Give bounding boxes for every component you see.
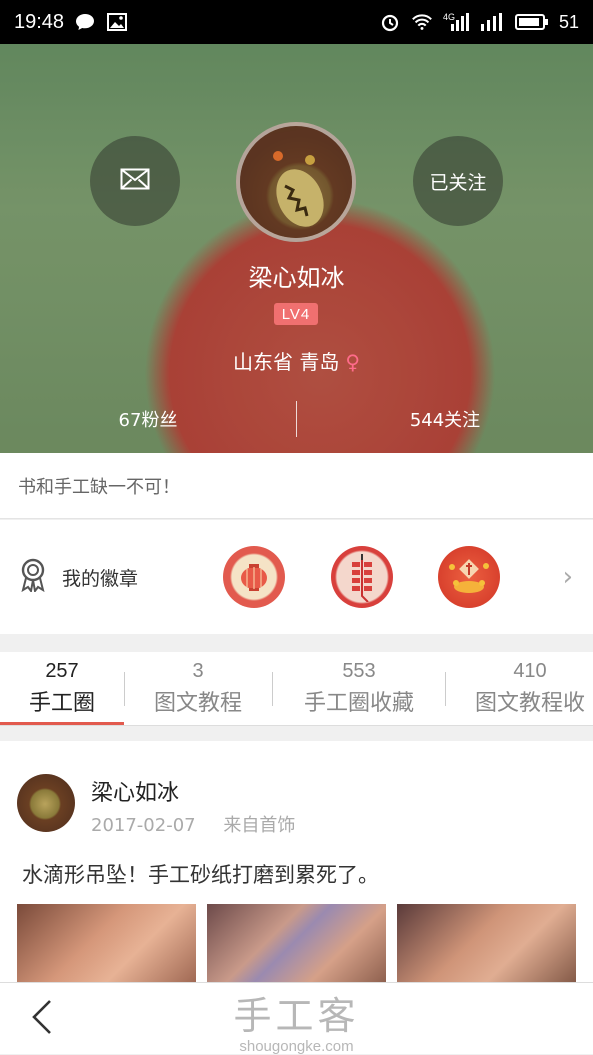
stats-row: 67粉丝 544关注 <box>0 399 593 439</box>
active-tab-indicator <box>0 722 124 725</box>
location-text: 山东省 青岛 <box>232 350 340 374</box>
tab-tutorial-favorites[interactable]: 410 图文教程收 <box>446 660 593 717</box>
post-card[interactable]: 梁心如冰 2017-02-07 来自首饰 水滴形吊坠！手工砂纸打磨到累死了。 <box>0 741 593 1004</box>
follow-label: 已关注 <box>429 171 487 194</box>
post-author-avatar[interactable] <box>17 774 75 832</box>
envelope-icon <box>120 168 150 195</box>
post-author[interactable]: 梁心如冰 <box>91 775 179 807</box>
badges-label-group: 我的徽章 <box>18 558 218 596</box>
female-gender-icon: ♀ <box>345 350 360 374</box>
alarm-icon <box>379 12 401 32</box>
medal-icon <box>18 558 48 596</box>
profile-bio: 书和手工缺一不可！ <box>0 453 593 519</box>
tab-count: 553 <box>342 660 376 682</box>
post-source: 来自首饰 <box>223 815 296 836</box>
bio-text: 书和手工缺一不可！ <box>18 476 180 498</box>
tab-circle-favorites[interactable]: 553 手工圈收藏 <box>273 660 445 717</box>
tab-count: 257 <box>45 660 79 682</box>
location-line: 山东省 青岛 ♀ <box>0 346 593 375</box>
badges-label: 我的徽章 <box>62 567 139 590</box>
network-label: 4G <box>442 12 455 22</box>
chevron-right-icon[interactable]: › <box>563 562 573 592</box>
firecracker-badge[interactable] <box>331 546 393 608</box>
badges-row[interactable]: 我的徽章 › <box>0 520 593 634</box>
profile-username: 梁心如冰 <box>248 264 345 292</box>
header-background <box>0 44 593 453</box>
status-time: 19:48 <box>14 10 65 33</box>
follow-button[interactable]: 已关注 <box>413 136 503 226</box>
tab-count: 410 <box>513 660 547 682</box>
lantern-badge[interactable] <box>223 546 285 608</box>
chat-bubble-icon <box>74 12 96 32</box>
followers-count[interactable]: 67粉丝 <box>0 406 296 432</box>
battery-level: 51 <box>558 11 579 32</box>
status-right: 4G 51 <box>379 12 579 33</box>
image-icon <box>106 12 128 32</box>
signal-4g-icon: 4G <box>443 12 469 32</box>
tab-label: 图文教程收 <box>474 691 585 716</box>
chevron-left-icon <box>31 999 53 1039</box>
tab-count: 3 <box>192 660 204 682</box>
watermark-url: shougongke.com <box>239 1038 354 1055</box>
profile-tabs: 257 手工圈 3 图文教程 553 手工圈收藏 410 图文教程收 <box>0 652 593 726</box>
profile-avatar[interactable] <box>236 122 356 242</box>
watermark-logo-text: 手工客 <box>233 994 360 1038</box>
level-badge: LV4 <box>274 303 318 325</box>
tab-label: 手工圈 <box>28 691 95 716</box>
status-notification-icons <box>74 12 128 32</box>
watermark: 手工客 shougongke.com <box>0 983 593 1055</box>
tab-tutorials[interactable]: 3 图文教程 <box>125 660 271 717</box>
post-text: 水滴形吊坠！手工砂纸打磨到累死了。 <box>22 863 379 887</box>
post-meta: 2017-02-07 来自首饰 <box>91 811 295 837</box>
signal-icon <box>479 12 505 32</box>
battery-icon <box>514 12 549 32</box>
post-date: 2017-02-07 <box>91 815 196 836</box>
profile-header: 已关注 梁心如冰 LV4 山东省 青岛 ♀ 67粉丝 544关注 <box>0 44 593 453</box>
following-count[interactable]: 544关注 <box>297 406 593 432</box>
bottom-bar: 手工客 shougongke.com <box>0 982 593 1055</box>
tab-handmade-circle[interactable]: 257 手工圈 <box>0 660 124 717</box>
wifi-icon <box>411 12 433 32</box>
back-button[interactable] <box>24 999 60 1039</box>
tab-label: 图文教程 <box>153 691 242 716</box>
tab-label: 手工圈收藏 <box>303 691 414 716</box>
message-button[interactable] <box>90 136 180 226</box>
status-bar: 19:48 4G 51 <box>0 0 593 44</box>
fu-badge[interactable] <box>438 546 500 608</box>
